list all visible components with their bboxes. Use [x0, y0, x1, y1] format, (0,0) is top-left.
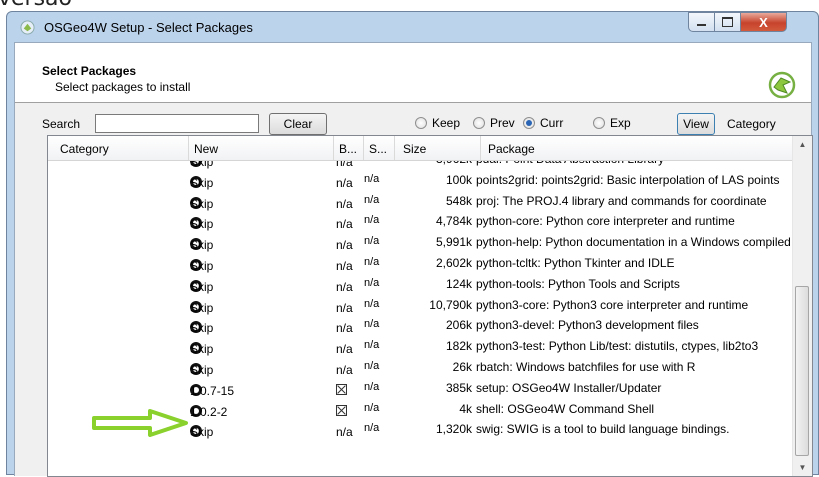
- checkbox-checked-icon[interactable]: [336, 404, 347, 416]
- view-mode-label: Category: [727, 117, 776, 131]
- package-rows: Skipn/an/a3,962kpdal: Point Data Abstrac…: [48, 149, 796, 440]
- toolbar: Search Clear Keep Prev Curr Exp View Cat…: [15, 111, 811, 137]
- radio-dot: [473, 117, 485, 129]
- package-cell: python-tools: Python Tools and Scripts: [476, 276, 680, 291]
- package-cell: points2grid: points2grid: Basic interpol…: [476, 172, 780, 187]
- src-cell[interactable]: n/a: [364, 235, 379, 247]
- close-icon: X: [759, 14, 768, 30]
- page-subtitle: Select packages to install: [55, 80, 191, 94]
- size-cell: 4k: [459, 401, 472, 416]
- radio-curr[interactable]: Curr: [523, 116, 563, 130]
- src-cell[interactable]: n/a: [364, 422, 379, 434]
- search-label: Search: [42, 117, 81, 131]
- package-row[interactable]: Skip n/a n/a 124k python-tools: Python Tools…: [48, 274, 796, 295]
- maximize-button[interactable]: [714, 12, 741, 32]
- scroll-up-icon[interactable]: ▲: [793, 136, 812, 153]
- page-title: Select Packages: [42, 64, 137, 78]
- src-cell[interactable]: n/a: [364, 173, 379, 185]
- src-cell[interactable]: n/a: [364, 339, 379, 351]
- col-package[interactable]: Package: [488, 142, 535, 156]
- size-cell: 26k: [452, 359, 472, 374]
- size-cell: 10,790k: [429, 297, 472, 312]
- radio-dot-selected: [523, 117, 535, 129]
- title-bar[interactable]: OSGeo4W Setup - Select Packages X: [7, 12, 818, 42]
- size-cell: 385k: [445, 380, 472, 395]
- col-size[interactable]: Size: [403, 142, 426, 156]
- src-cell[interactable]: n/a: [364, 194, 379, 206]
- col-new[interactable]: New: [194, 142, 218, 156]
- src-cell[interactable]: n/a: [364, 298, 379, 310]
- scroll-thumb[interactable]: [795, 286, 809, 456]
- package-row[interactable]: 1.0.7-15 n/a 385k setup: OSGeo4W Installer/…: [48, 378, 796, 399]
- radio-exp[interactable]: Exp: [593, 116, 631, 130]
- package-cell: proj: The PROJ.4 library and commands fo…: [476, 193, 767, 208]
- package-cell: python-help: Python documentation in a W…: [476, 235, 791, 250]
- package-row[interactable]: Skip n/a n/a 10,790k python3-core: Python3 c…: [48, 295, 796, 316]
- radio-dot: [593, 117, 605, 129]
- view-button[interactable]: View: [677, 113, 715, 135]
- size-cell: 1,320k: [435, 422, 472, 437]
- radio-keep[interactable]: Keep: [415, 116, 460, 130]
- minimize-icon: [697, 24, 706, 26]
- radio-dot: [415, 117, 427, 129]
- src-cell[interactable]: n/a: [364, 360, 379, 372]
- package-cell: python3-core: Python3 core interpreter a…: [476, 297, 749, 312]
- package-cell: python-tcltk: Python Tkinter and IDLE: [476, 255, 675, 270]
- package-row[interactable]: Skip n/a n/a 5,991k python-help: Python docu…: [48, 232, 796, 253]
- package-row[interactable]: Skip n/a n/a 206k python3-devel: Python3 dev…: [48, 315, 796, 336]
- package-cell: shell: OSGeo4W Command Shell: [476, 401, 655, 416]
- checkbox-checked-icon[interactable]: [336, 383, 347, 395]
- src-cell[interactable]: n/a: [364, 256, 379, 268]
- background-text: versão: [0, 0, 72, 11]
- size-cell: 548k: [445, 193, 472, 208]
- size-cell: 2,602k: [435, 255, 472, 270]
- search-input[interactable]: [95, 114, 259, 133]
- col-bin[interactable]: B...: [339, 142, 357, 156]
- column-header: Category New B... S... Size Package: [48, 136, 796, 161]
- package-cell: python3-devel: Python3 development files: [476, 318, 699, 333]
- size-cell: 100k: [445, 172, 472, 187]
- size-cell: 206k: [445, 318, 472, 333]
- package-row[interactable]: Skip n/a n/a 4,784k python-core: Python core…: [48, 211, 796, 232]
- col-src[interactable]: S...: [369, 142, 387, 156]
- vertical-scrollbar[interactable]: ▲ ▼: [792, 136, 812, 476]
- package-cell: swig: SWIG is a tool to build language b…: [476, 422, 730, 437]
- green-arrow-annotation: [92, 409, 188, 437]
- package-cell: python3-test: Python Lib/test: distutils…: [476, 339, 759, 354]
- minimize-button[interactable]: [688, 12, 715, 32]
- size-cell: 4,784k: [435, 214, 472, 229]
- close-button[interactable]: X: [740, 12, 787, 32]
- wizard-header: Select Packages Select packages to insta…: [15, 43, 811, 103]
- osgeo-app-icon: [20, 20, 35, 35]
- src-cell[interactable]: n/a: [364, 318, 379, 330]
- package-row[interactable]: Skip n/a n/a 26k rbatch: Windows batchfiles …: [48, 357, 796, 378]
- col-category[interactable]: Category: [60, 142, 109, 156]
- package-cell: setup: OSGeo4W Installer/Updater: [476, 380, 662, 395]
- radio-prev[interactable]: Prev: [473, 116, 515, 130]
- src-cell[interactable]: n/a: [364, 277, 379, 289]
- size-cell: 182k: [445, 339, 472, 354]
- src-cell[interactable]: n/a: [364, 402, 379, 414]
- package-row[interactable]: Skip n/a n/a 2,602k python-tcltk: Python Tki…: [48, 253, 796, 274]
- package-cell: rbatch: Windows batchfiles for use with …: [476, 359, 696, 374]
- setup-window: OSGeo4W Setup - Select Packages X Select…: [6, 11, 819, 477]
- package-row[interactable]: Skip n/a n/a 182k python3-test: Python Lib/t…: [48, 336, 796, 357]
- size-cell: 5,991k: [435, 235, 472, 250]
- scroll-down-icon[interactable]: ▼: [793, 459, 812, 476]
- clear-button[interactable]: Clear: [269, 113, 327, 135]
- src-cell[interactable]: n/a: [364, 381, 379, 393]
- package-cell: python-core: Python core interpreter and…: [476, 214, 735, 229]
- window-title: OSGeo4W Setup - Select Packages: [44, 20, 253, 35]
- osgeo-logo-icon: [768, 71, 796, 99]
- package-row[interactable]: Skip n/a n/a 100k points2grid: points2grid: …: [48, 170, 796, 191]
- src-cell[interactable]: n/a: [364, 214, 379, 226]
- package-row[interactable]: Skip n/a n/a 548k proj: The PROJ.4 library a…: [48, 191, 796, 212]
- maximize-icon: [722, 17, 733, 27]
- size-cell: 124k: [445, 276, 472, 291]
